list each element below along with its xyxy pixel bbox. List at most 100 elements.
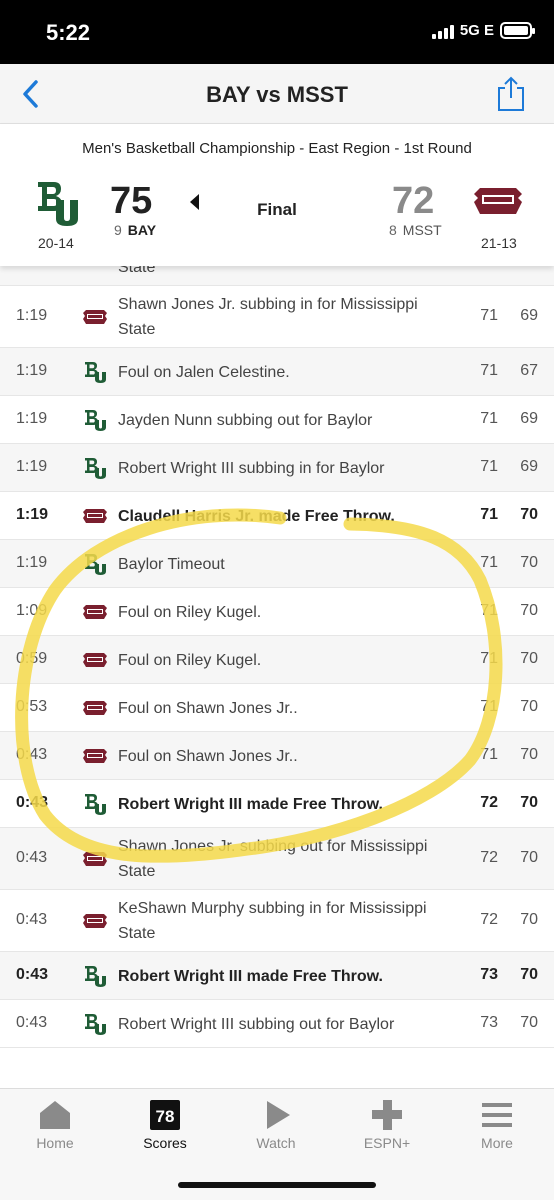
tab-watch[interactable]: Watch [226, 1099, 326, 1151]
play-score-bay: 71 [480, 650, 498, 667]
home-indicator [178, 1182, 376, 1188]
play-score-msst: 70 [520, 650, 538, 667]
play-description: KeShawn Murphy subbing in for Mississipp… [118, 900, 427, 942]
play-score-bay: 71 [480, 602, 498, 619]
page-title: BAY vs MSST [206, 82, 348, 107]
nav-bar: BAY vs MSST [0, 64, 554, 124]
play-description: Foul on Riley Kugel. [118, 604, 262, 621]
play-time: 0:43 [16, 746, 48, 763]
away-team-line: 8 MSST [389, 222, 442, 238]
baylor-logo-icon [82, 360, 108, 384]
play-row: 1:19 Robert Wright III subbing in for Bay… [0, 444, 554, 492]
play-score-bay: 72 [480, 849, 498, 866]
play-score-bay: 71 [480, 746, 498, 763]
play-description: Jayden Nunn subbing out for Baylor [118, 412, 373, 429]
play-by-play-list[interactable]: 1:19KeShawn Murphy subbing out for Missi… [0, 244, 554, 1088]
tab-more-label: More [481, 1135, 513, 1151]
baylor-logo-icon [82, 456, 108, 480]
play-score-msst: 70 [520, 911, 538, 928]
play-score-msst: 70 [520, 602, 538, 619]
play-score-msst: 70 [520, 1014, 538, 1031]
play-row: 0:43 Robert Wright III made Free Throw. 73… [0, 952, 554, 1000]
play-row: 0:53 Foul on Shawn Jones Jr.. 71 70 [0, 684, 554, 732]
play-description: Robert Wright III subbing in for Baylor [118, 460, 385, 477]
share-icon [498, 76, 524, 111]
play-time: 0:43 [16, 849, 48, 866]
play-score-bay: 71 [480, 410, 498, 427]
play-score-bay: 71 [480, 506, 498, 523]
play-score-msst: 69 [520, 410, 538, 427]
away-record: 21-13 [481, 235, 517, 251]
play-time: 1:19 [16, 362, 48, 379]
play-description: Robert Wright III made Free Throw. [118, 796, 383, 813]
mississippi-state-logo-icon [82, 305, 108, 329]
tab-home-label: Home [36, 1135, 74, 1151]
play-score-msst: 70 [520, 849, 538, 866]
event-name: Men's Basketball Championship - East Reg… [82, 140, 472, 157]
baylor-logo-icon [82, 792, 108, 816]
play-score-msst: 67 [520, 362, 538, 379]
away-abbr: MSST [402, 222, 442, 238]
tab-espn-plus[interactable]: ESPN+ [337, 1099, 437, 1151]
mississippi-state-logo [474, 188, 522, 214]
espn-plus-icon [372, 1100, 402, 1130]
play-description: Claudell Harris Jr. made Free Throw. [118, 508, 395, 525]
home-record: 20-14 [38, 235, 74, 251]
play-score-bay: 71 [480, 307, 498, 324]
mississippi-state-logo-icon [82, 648, 108, 672]
home-team-line: 9 BAY [114, 222, 156, 238]
baylor-logo-icon [82, 1012, 108, 1036]
play-row: 0:43 Shawn Jones Jr. subbing out for Miss… [0, 828, 554, 890]
play-score-msst: 70 [520, 746, 538, 763]
play-description: Robert Wright III made Free Throw. [118, 968, 383, 985]
tab-watch-label: Watch [256, 1135, 296, 1151]
game-header[interactable]: Men's Basketball Championship - East Reg… [0, 124, 554, 266]
battery-icon [500, 22, 535, 39]
status-time: 5:22 [46, 20, 91, 45]
play-description: Shawn Jones Jr. subbing out for Mississi… [118, 838, 428, 880]
scoreboard-icon: 78 [150, 1100, 180, 1130]
play-score-bay: 71 [480, 698, 498, 715]
play-score-msst: 70 [520, 794, 538, 811]
share-button[interactable] [496, 76, 526, 112]
tab-scores[interactable]: 78 Scores [115, 1099, 215, 1151]
play-score-bay: 73 [480, 966, 498, 983]
status-bar: 5:22 5G E [0, 0, 554, 64]
play-description: Foul on Riley Kugel. [118, 652, 262, 669]
play-score-msst: 70 [520, 506, 538, 523]
play-row: 0:59 Foul on Riley Kugel. 71 70 [0, 636, 554, 684]
play-row: 0:43 Robert Wright III subbing out for Ba… [0, 1000, 554, 1048]
tab-espn-plus-label: ESPN+ [363, 1135, 411, 1151]
play-score-msst: 70 [520, 966, 538, 983]
mississippi-state-logo-icon [82, 600, 108, 624]
play-row: 0:43 Robert Wright III made Free Throw. 72… [0, 780, 554, 828]
play-score-bay: 71 [480, 458, 498, 475]
play-description: Foul on Shawn Jones Jr.. [118, 748, 298, 765]
mississippi-state-logo-icon [82, 504, 108, 528]
home-icon [40, 1101, 70, 1129]
play-time: 1:19 [16, 307, 48, 324]
mississippi-state-logo-icon [82, 744, 108, 768]
mississippi-state-logo-icon [82, 696, 108, 720]
home-abbr: BAY [127, 222, 157, 238]
play-score-msst: 70 [520, 554, 538, 571]
play-score-bay: 71 [480, 362, 498, 379]
tab-scores-label: Scores [143, 1135, 187, 1151]
play-time: 1:09 [16, 602, 48, 619]
play-icon [267, 1101, 290, 1129]
play-time: 1:19 [16, 410, 48, 427]
play-row: 0:43 KeShawn Murphy subbing in for Missis… [0, 890, 554, 952]
baylor-logo-icon [82, 408, 108, 432]
play-row: 0:43 Foul on Shawn Jones Jr.. 71 70 [0, 732, 554, 780]
signal-icon [431, 23, 454, 39]
play-time: 0:43 [16, 911, 48, 928]
tab-home[interactable]: Home [5, 1099, 105, 1151]
network-type: 5G E [459, 22, 494, 39]
home-seed: 9 [114, 222, 122, 238]
play-time: 0:43 [16, 966, 49, 983]
play-description: Baylor Timeout [118, 556, 225, 573]
play-row: 1:19 Jayden Nunn subbing out for Baylor 71… [0, 396, 554, 444]
tab-more[interactable]: More [447, 1099, 547, 1151]
play-time: 1:19 [16, 458, 48, 475]
play-time: 0:43 [16, 794, 49, 811]
